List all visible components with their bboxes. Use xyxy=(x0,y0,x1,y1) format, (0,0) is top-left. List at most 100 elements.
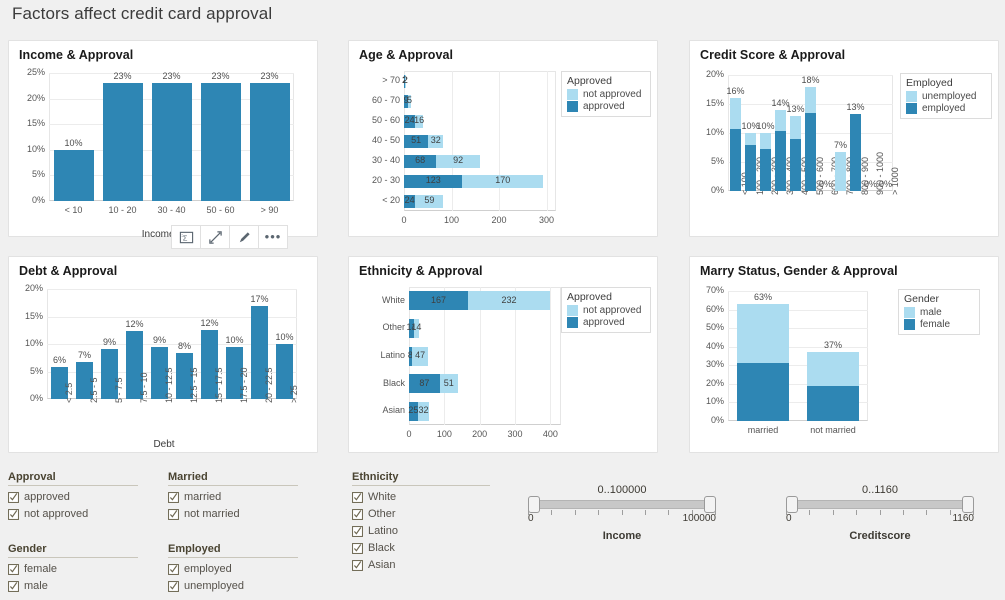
y-axis-tick: 20% xyxy=(705,377,724,388)
legend-item[interactable]: not approved xyxy=(567,305,644,316)
checkbox-icon[interactable] xyxy=(352,525,363,537)
expand-icon[interactable] xyxy=(200,225,230,249)
checkbox-icon[interactable] xyxy=(352,559,363,571)
card-toolbar-income: Σ ••• xyxy=(171,225,288,249)
gridline xyxy=(47,289,297,290)
slider-tick xyxy=(668,510,670,515)
checkbox-icon[interactable] xyxy=(8,563,19,575)
filter-option-Black[interactable]: Black xyxy=(352,542,490,554)
slider-income[interactable]: 0..100000 0 100000 Income xyxy=(528,484,716,546)
bar[interactable] xyxy=(102,83,143,201)
slider-range-label: 0..1160 xyxy=(862,484,898,496)
legend-item[interactable]: male xyxy=(904,307,973,318)
bar-value-label: 68 xyxy=(415,155,426,165)
bar-segment[interactable] xyxy=(745,133,756,146)
filter-option-employed[interactable]: employed xyxy=(168,563,298,575)
x-axis-tick: 200 xyxy=(491,215,507,225)
checkbox-icon[interactable] xyxy=(168,563,179,575)
bar[interactable] xyxy=(200,83,241,201)
bar-value-label: 32 xyxy=(418,405,429,416)
filter-option-not-married[interactable]: not married xyxy=(168,508,298,520)
filter-option-not-approved[interactable]: not approved xyxy=(8,508,138,520)
slider-track[interactable] xyxy=(528,500,716,509)
slider-max-label: 100000 xyxy=(682,513,716,524)
y-axis-tick: 0% xyxy=(31,195,45,205)
y-axis-tick: 5% xyxy=(710,156,724,166)
slider-min-label: 0 xyxy=(528,513,534,524)
bar[interactable] xyxy=(151,83,192,201)
filter-option-male[interactable]: male xyxy=(8,580,138,592)
y-axis-tick: 30% xyxy=(705,359,724,370)
slider-track[interactable] xyxy=(786,500,974,509)
summary-icon[interactable]: Σ xyxy=(171,225,201,249)
legend-item[interactable]: not approved xyxy=(567,89,644,100)
filter-option-White[interactable]: White xyxy=(352,491,490,503)
bar-segment[interactable] xyxy=(807,385,859,421)
bar[interactable] xyxy=(53,149,94,201)
slider-handle-max[interactable] xyxy=(704,496,716,513)
bar-value-label: 63% xyxy=(753,292,772,302)
bar-segment[interactable] xyxy=(737,304,789,363)
slider-handle-min[interactable] xyxy=(786,496,798,513)
legend-label: approved xyxy=(583,317,625,328)
bar[interactable] xyxy=(249,83,290,201)
bar-segment[interactable] xyxy=(760,133,771,149)
slider-handle-max[interactable] xyxy=(962,496,974,513)
filter-title-ethnicity: Ethnicity xyxy=(352,471,490,486)
checkbox-icon[interactable] xyxy=(8,508,19,520)
filter-option-Asian[interactable]: Asian xyxy=(352,559,490,571)
filter-option-Latino[interactable]: Latino xyxy=(352,525,490,537)
x-axis-tick: 12.5 - 15 xyxy=(188,367,199,403)
chart-income-approval[interactable]: 0% 5% 10% 15% 20% 25% 10% < 10 23% 10 - 20 23% 30 -… xyxy=(9,63,319,240)
filter-option-female[interactable]: female xyxy=(8,563,138,575)
filter-option-label: married xyxy=(184,491,222,503)
chart-debt-approval[interactable]: 0% 5% 10% 15% 20% 6% < 2.5 7% 2.5 - 5 9% 5 - 7.5 12… xyxy=(9,279,319,454)
legend-swatch-not-approved xyxy=(567,89,578,100)
filter-option-Other[interactable]: Other xyxy=(352,508,490,520)
chart-credit-score-approval[interactable]: 0%5%10%15%20%16%< 10010%100 - 20010%200 … xyxy=(690,63,1000,238)
checkbox-icon[interactable] xyxy=(352,491,363,503)
chart-ethnicity-approval[interactable]: 0 100 200 300 400 White 167 232 Other 14 14 Latino 8… xyxy=(349,279,659,454)
legend-item[interactable]: employed xyxy=(906,103,985,114)
chart-age-approval[interactable]: 0100200300> 702260 - 709550 - 60241640 -… xyxy=(349,63,659,238)
slider-tick xyxy=(879,510,881,515)
legend-item[interactable]: approved xyxy=(567,101,644,112)
legend-swatch-unemployed xyxy=(906,91,917,102)
y-axis-tick: Black xyxy=(382,377,405,388)
bar-segment[interactable] xyxy=(805,86,816,114)
checkbox-icon[interactable] xyxy=(8,491,19,503)
chart-legend: Approved not approved approved xyxy=(561,287,651,333)
bar-value-label: 59 xyxy=(424,195,435,205)
checkbox-icon[interactable] xyxy=(352,542,363,554)
slider-name-label: Creditscore xyxy=(849,530,911,542)
filter-option-unemployed[interactable]: unemployed xyxy=(168,580,298,592)
bar-value-label: 5 xyxy=(406,95,412,105)
x-axis-tick: married xyxy=(747,425,779,435)
x-axis-tick: 17.5 - 20 xyxy=(238,367,249,403)
bar-value-label: 7% xyxy=(77,350,91,361)
slider-creditscore[interactable]: 0..1160 0 1160 Creditscore xyxy=(786,484,974,546)
slider-handle-min[interactable] xyxy=(528,496,540,513)
bar-segment[interactable] xyxy=(737,362,789,421)
legend-label: employed xyxy=(922,103,966,114)
bar-segment[interactable] xyxy=(790,115,801,140)
x-axis-tick: 200 xyxy=(472,429,488,439)
legend-item[interactable]: female xyxy=(904,319,973,330)
bar-value-label: 12% xyxy=(125,318,144,329)
chart-marry-status-approval[interactable]: 0% 10% 20% 30% 40% 50% 60% 70% 63% married 37% not … xyxy=(690,279,1000,454)
bar-value-label: 167 xyxy=(431,294,447,305)
legend-item[interactable]: approved xyxy=(567,317,644,328)
edit-pencil-icon[interactable] xyxy=(229,225,259,249)
filter-option-married[interactable]: married xyxy=(168,491,298,503)
checkbox-icon[interactable] xyxy=(8,580,19,592)
legend-item[interactable]: unemployed xyxy=(906,91,985,102)
filter-option-approved[interactable]: approved xyxy=(8,491,138,503)
checkbox-icon[interactable] xyxy=(168,508,179,520)
more-options-icon[interactable]: ••• xyxy=(258,225,288,249)
checkbox-icon[interactable] xyxy=(168,491,179,503)
bar-segment[interactable] xyxy=(807,352,859,386)
y-axis-tick: White xyxy=(381,294,405,305)
checkbox-icon[interactable] xyxy=(168,580,179,592)
checkbox-icon[interactable] xyxy=(352,508,363,520)
bar-value-label: 0% xyxy=(878,179,892,189)
